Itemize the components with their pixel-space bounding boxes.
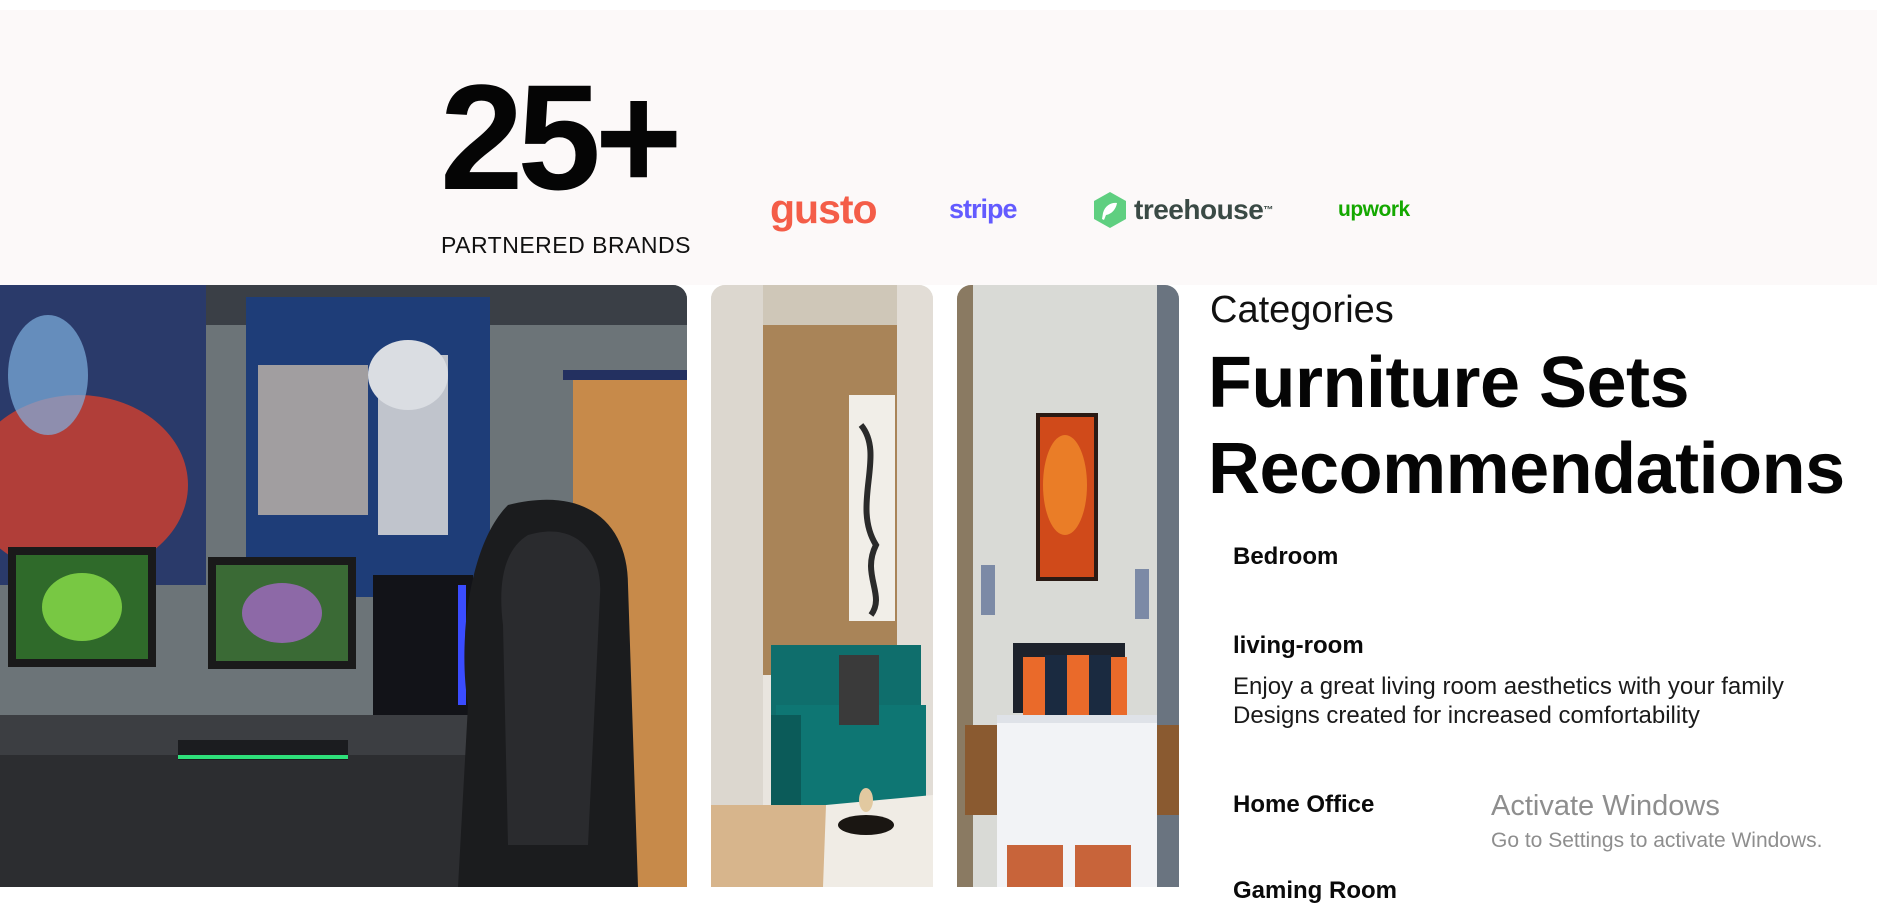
- gaming-setup-image: [0, 285, 687, 887]
- gusto-logo: gusto: [770, 186, 878, 232]
- living-room-image: [711, 285, 933, 887]
- category-home-office[interactable]: Home Office: [1233, 791, 1374, 819]
- gaming-setup-photo[interactable]: [0, 285, 687, 887]
- activate-windows-watermark: Activate Windows Go to Settings to activ…: [1491, 790, 1823, 853]
- upwork-logo: upwork: [1338, 198, 1410, 221]
- treehouse-leaf-icon: [1094, 192, 1126, 228]
- category-living-room[interactable]: living-room Enjoy a great living room ae…: [1233, 632, 1784, 730]
- treehouse-wordmark: treehouse: [1134, 194, 1264, 225]
- treehouse-logo: treehouse ™: [1092, 191, 1273, 229]
- categories-kicker: Categories: [1210, 289, 1394, 331]
- activate-windows-subtitle: Go to Settings to activate Windows.: [1491, 829, 1823, 852]
- category-gaming-room[interactable]: Gaming Room: [1233, 877, 1397, 905]
- stripe-logo: stripe: [949, 194, 1018, 224]
- category-description: Enjoy a great living room aesthetics wit…: [1233, 672, 1784, 730]
- description-line-2: Designs created for increased comfortabi…: [1233, 702, 1700, 729]
- partner-count: 25+: [440, 53, 682, 221]
- section-title: Furniture Sets Recommendations: [1208, 343, 1845, 509]
- bedroom-photo[interactable]: [957, 285, 1179, 887]
- description-line-1: Enjoy a great living room aesthetics wit…: [1233, 673, 1784, 700]
- category-name: living-room: [1233, 632, 1364, 659]
- category-name: Gaming Room: [1233, 877, 1398, 904]
- activate-windows-title: Activate Windows: [1491, 790, 1720, 822]
- category-bedroom[interactable]: Bedroom: [1233, 543, 1338, 571]
- partner-count-label: PARTNERED BRANDS: [441, 232, 691, 258]
- category-name: Bedroom: [1233, 543, 1339, 570]
- living-room-photo[interactable]: [711, 285, 933, 887]
- partner-brands-section: 25+ PARTNERED BRANDS gusto stripe treeho…: [0, 10, 1877, 285]
- category-name: Home Office: [1233, 791, 1375, 818]
- bedroom-image: [957, 285, 1179, 887]
